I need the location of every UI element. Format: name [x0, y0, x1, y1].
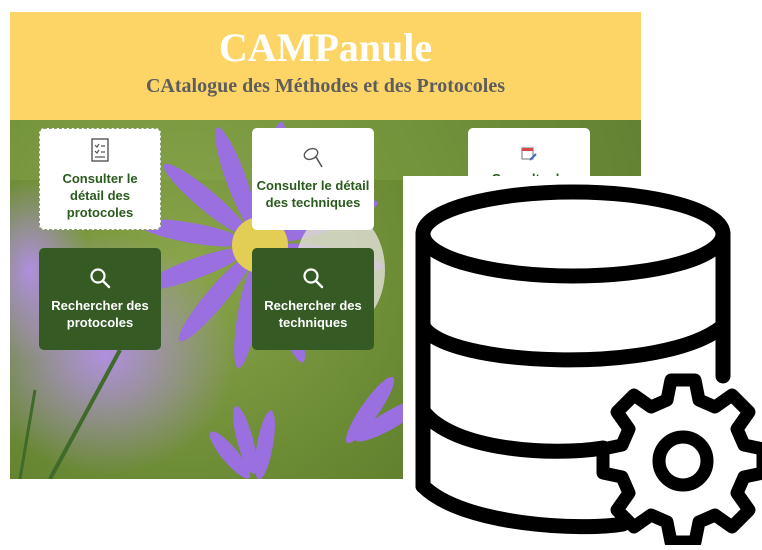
tile-label: Consulter le détail des protocoles — [62, 170, 138, 220]
tile-label: Rechercher des techniques — [264, 298, 362, 330]
search-icon — [302, 267, 324, 293]
butterfly-net-icon — [301, 147, 325, 173]
search-icon — [89, 267, 111, 293]
app-subtitle: CAtalogue des Méthodes et des Protocoles — [145, 75, 505, 97]
database-gear-icon — [415, 184, 762, 549]
tile-search-techniques[interactable]: Rechercher des techniques — [252, 248, 374, 350]
database-overlay-panel — [403, 176, 762, 549]
calendar-edit-icon — [521, 146, 537, 166]
header-banner: CAMPanule CAtalogue des Méthodes et des … — [10, 12, 641, 120]
tile-search-protocols[interactable]: Rechercher des protocoles — [39, 248, 161, 350]
document-list-icon — [90, 137, 110, 166]
tile-label: Rechercher des protocoles — [51, 298, 149, 330]
tile-label: Consulter le détail des techniques — [256, 178, 370, 210]
tile-consult-techniques[interactable]: Consulter le détail des techniques — [252, 128, 374, 230]
tile-consult-protocols[interactable]: Consulter le détail des protocoles — [39, 128, 161, 230]
app-title: CAMPanule — [218, 25, 433, 70]
